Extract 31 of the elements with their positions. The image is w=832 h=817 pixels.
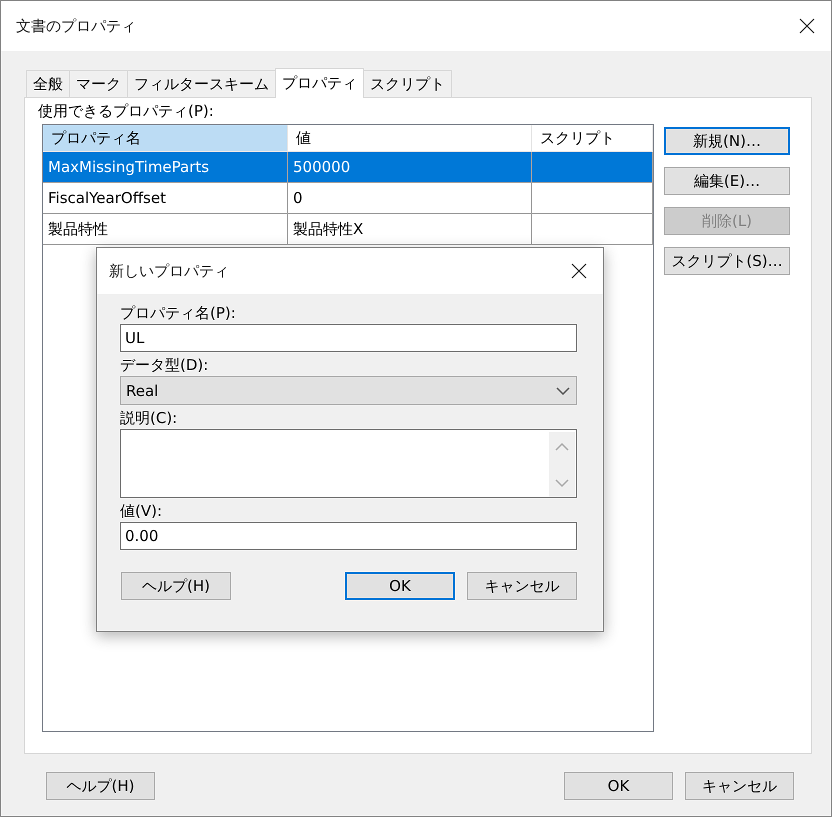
dialog-button[interactable]: キャンセル (467, 572, 577, 600)
side-button[interactable]: スクリプト(S)… (664, 247, 790, 275)
window-title: 文書のプロパティ (16, 16, 136, 36)
footer-button[interactable]: OK (564, 772, 673, 800)
dialog-button[interactable]: ヘルプ(H) (121, 572, 231, 600)
table-cell[interactable] (532, 152, 653, 182)
tab[interactable]: スクリプト (363, 70, 452, 97)
tab[interactable]: 全般 (26, 70, 70, 97)
data-type-dropdown[interactable]: Real (120, 376, 577, 405)
properties-label: 使用できるプロパティ(P): (38, 102, 215, 120)
description-field[interactable] (120, 429, 577, 498)
close-icon[interactable] (571, 263, 587, 279)
dialog-title: 新しいプロパティ (109, 262, 229, 280)
dialog-button[interactable]: OK (345, 572, 455, 600)
field-label: 説明(C): (120, 408, 178, 429)
table-cell[interactable]: MaxMissingTimeParts (43, 152, 288, 182)
tab[interactable]: プロパティ (275, 68, 364, 98)
side-button[interactable]: 新規(N)… (664, 127, 790, 155)
side-button[interactable]: 編集(E)… (664, 167, 790, 195)
footer-button[interactable]: ヘルプ(H) (46, 772, 155, 800)
footer-button[interactable]: キャンセル (685, 772, 794, 800)
close-icon[interactable] (799, 18, 815, 34)
table-cell[interactable]: 500000 (288, 152, 532, 182)
field-label: データ型(D): (120, 355, 210, 376)
field-label: 値(V): (120, 501, 164, 522)
column-header[interactable]: プロパティ名 (43, 125, 288, 151)
field-label: プロパティ名(P): (120, 303, 237, 324)
chevron-down-icon (556, 386, 570, 394)
input-field[interactable]: UL (120, 324, 577, 352)
input-field[interactable]: 0.00 (120, 522, 577, 550)
scrollbar-drawing (549, 432, 575, 497)
